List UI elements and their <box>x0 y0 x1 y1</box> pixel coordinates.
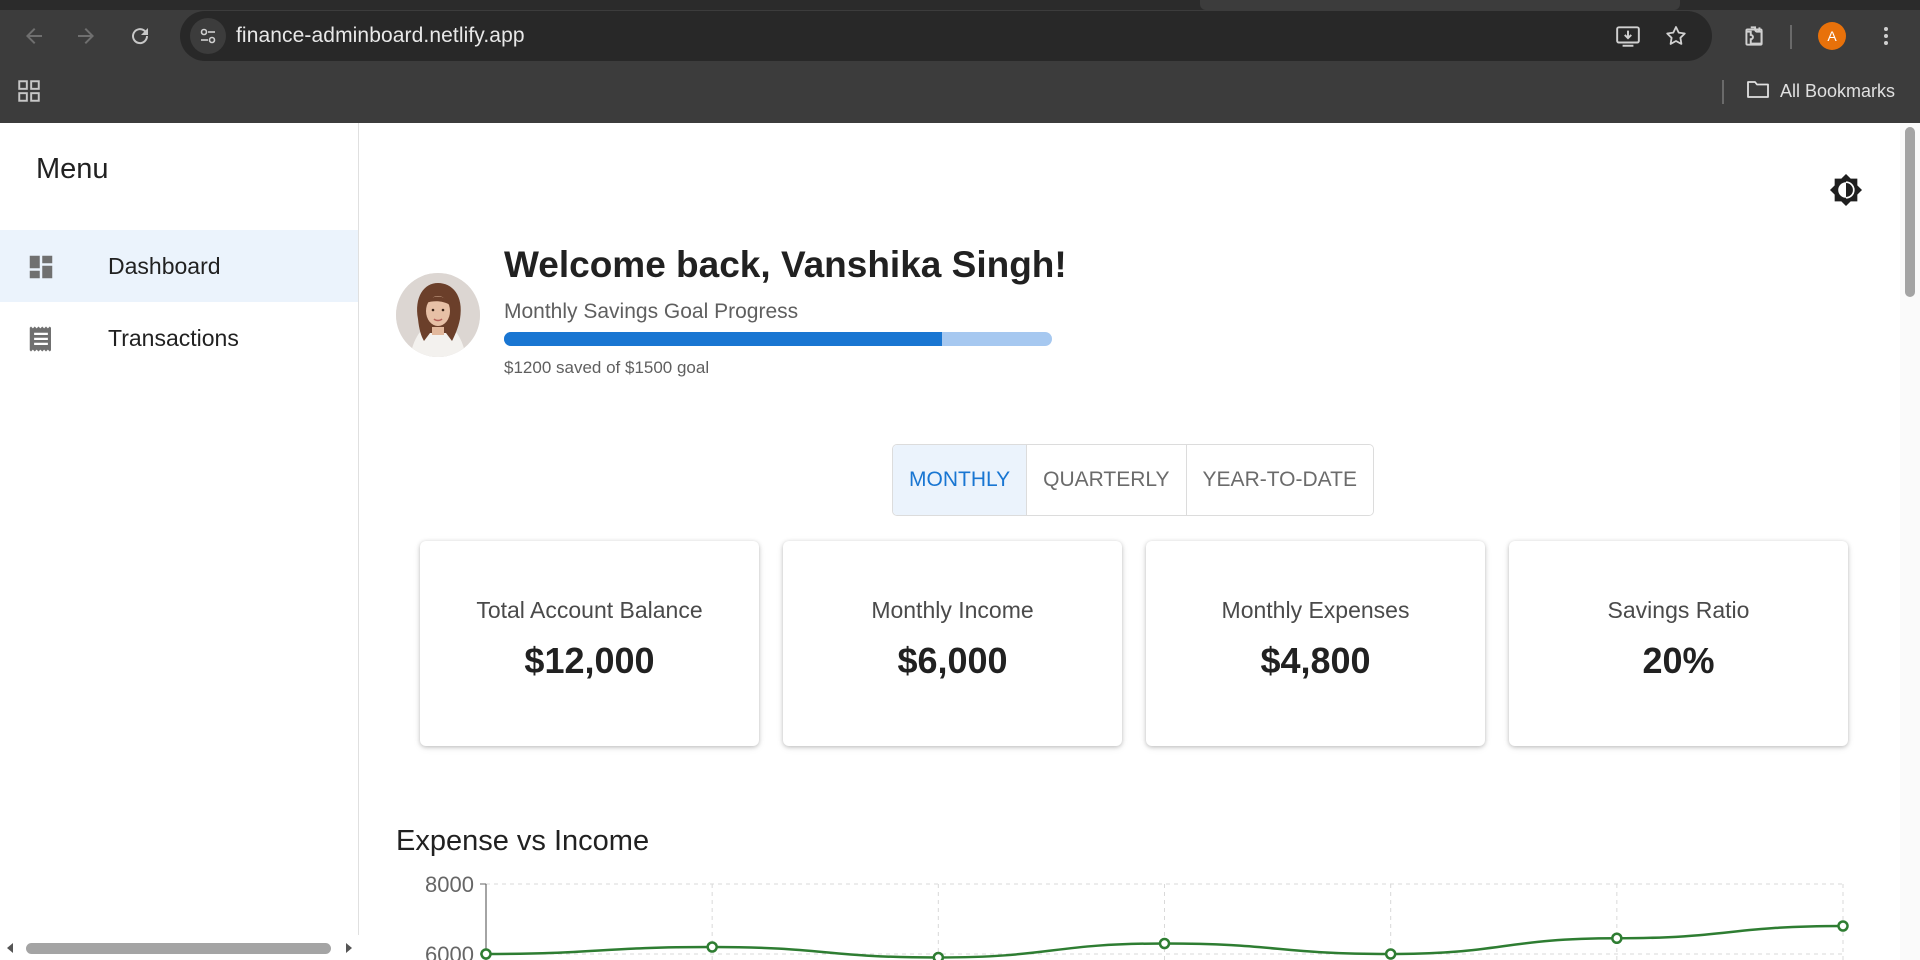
dashboard-icon <box>26 252 56 282</box>
sidebar-item-dashboard[interactable]: Dashboard <box>0 230 358 302</box>
stat-card-savings-ratio: Savings Ratio 20% <box>1509 541 1848 746</box>
toolbar-divider <box>1790 25 1792 49</box>
toggle-year-to-date[interactable]: YEAR-TO-DATE <box>1186 445 1373 515</box>
stat-value: $4,800 <box>1260 640 1371 681</box>
all-bookmarks-label: All Bookmarks <box>1780 80 1896 101</box>
vertical-scroll-thumb[interactable] <box>1905 127 1915 297</box>
profile-initial: A <box>1827 28 1837 44</box>
goal-caption: $1200 saved of $1500 goal <box>504 358 710 377</box>
url-text[interactable]: finance-adminboard.netlify.app <box>236 24 525 48</box>
toggle-monthly[interactable]: MONTHLY <box>893 445 1028 515</box>
horizontal-scroll-thumb[interactable] <box>26 943 331 954</box>
scroll-left-icon[interactable] <box>4 941 18 955</box>
stat-card-balance: Total Account Balance $12,000 <box>420 541 759 746</box>
stat-card-income: Monthly Income $6,000 <box>783 541 1122 746</box>
stat-value: 20% <box>1642 640 1715 681</box>
page-viewport: Menu Dashboard Transactions Welcome back… <box>0 123 1920 960</box>
folder-icon <box>1746 78 1770 105</box>
browser-chrome: finance-adminboard.netlify.app A All Boo… <box>0 0 1920 123</box>
sidebar-item-transactions[interactable]: Transactions <box>0 302 358 374</box>
back-icon[interactable] <box>14 16 54 56</box>
stat-card-expenses: Monthly Expenses $4,800 <box>1146 541 1485 746</box>
stat-label: Savings Ratio <box>1607 597 1750 623</box>
sidebar: Menu Dashboard Transactions <box>0 123 359 960</box>
sidebar-item-label: Transactions <box>108 325 239 351</box>
profile-avatar[interactable]: A <box>1818 22 1846 50</box>
expense-income-chart: 8000 6000 <box>425 872 1849 960</box>
stat-label: Total Account Balance <box>476 597 703 623</box>
brightness-icon[interactable] <box>1824 168 1868 212</box>
vertical-scrollbar[interactable] <box>1900 123 1920 960</box>
tab-strip <box>0 0 1920 10</box>
chart-y-tick-label: 8000 <box>425 872 474 897</box>
receipt-icon <box>26 324 56 354</box>
stat-label: Monthly Expenses <box>1221 597 1410 623</box>
savings-progress-fill <box>504 332 943 346</box>
extensions-icon[interactable] <box>1736 18 1772 54</box>
address-bar[interactable]: finance-adminboard.netlify.app <box>180 11 1712 61</box>
avatar <box>396 273 480 357</box>
welcome-heading: Welcome back, Vanshika Singh! <box>504 244 1067 285</box>
chart-data-point[interactable] <box>1384 948 1397 960</box>
all-bookmarks-button[interactable]: All Bookmarks <box>1746 76 1895 106</box>
chart-data-point[interactable] <box>1837 920 1849 932</box>
stat-value: $12,000 <box>524 640 655 681</box>
toggle-quarterly[interactable]: QUARTERLY <box>1027 445 1187 515</box>
apps-grid-icon[interactable] <box>16 78 44 106</box>
star-icon[interactable] <box>1662 22 1690 50</box>
stat-value: $6,000 <box>897 640 1008 681</box>
menu-icon[interactable] <box>1868 18 1904 54</box>
chart-data-point[interactable] <box>932 951 945 960</box>
main-content: Welcome back, Vanshika Singh! Monthly Sa… <box>359 123 1900 960</box>
chart-data-point[interactable] <box>480 948 492 960</box>
chart-data-point[interactable] <box>1611 932 1623 944</box>
site-info-icon[interactable] <box>190 18 226 54</box>
horizontal-scrollbar[interactable] <box>0 935 359 960</box>
stat-label: Monthly Income <box>871 597 1034 623</box>
active-tab-edge <box>1200 0 1680 10</box>
chart-data-point[interactable] <box>1158 937 1171 950</box>
savings-progress-bar <box>504 332 1052 346</box>
forward-icon[interactable] <box>66 16 106 56</box>
period-toggle-group: MONTHLY QUARTERLY YEAR-TO-DATE <box>892 444 1374 516</box>
sidebar-item-label: Dashboard <box>108 253 221 279</box>
chart-title: Expense vs Income <box>396 825 650 857</box>
menu-title: Menu <box>36 153 109 185</box>
install-app-icon[interactable] <box>1614 22 1642 50</box>
bookmarks-divider <box>1722 80 1724 104</box>
scroll-right-icon[interactable] <box>341 941 355 955</box>
chart-data-point[interactable] <box>706 941 718 953</box>
goal-label: Monthly Savings Goal Progress <box>504 300 799 323</box>
reload-icon[interactable] <box>120 16 160 56</box>
chart-y-tick-label: 6000 <box>425 942 474 960</box>
